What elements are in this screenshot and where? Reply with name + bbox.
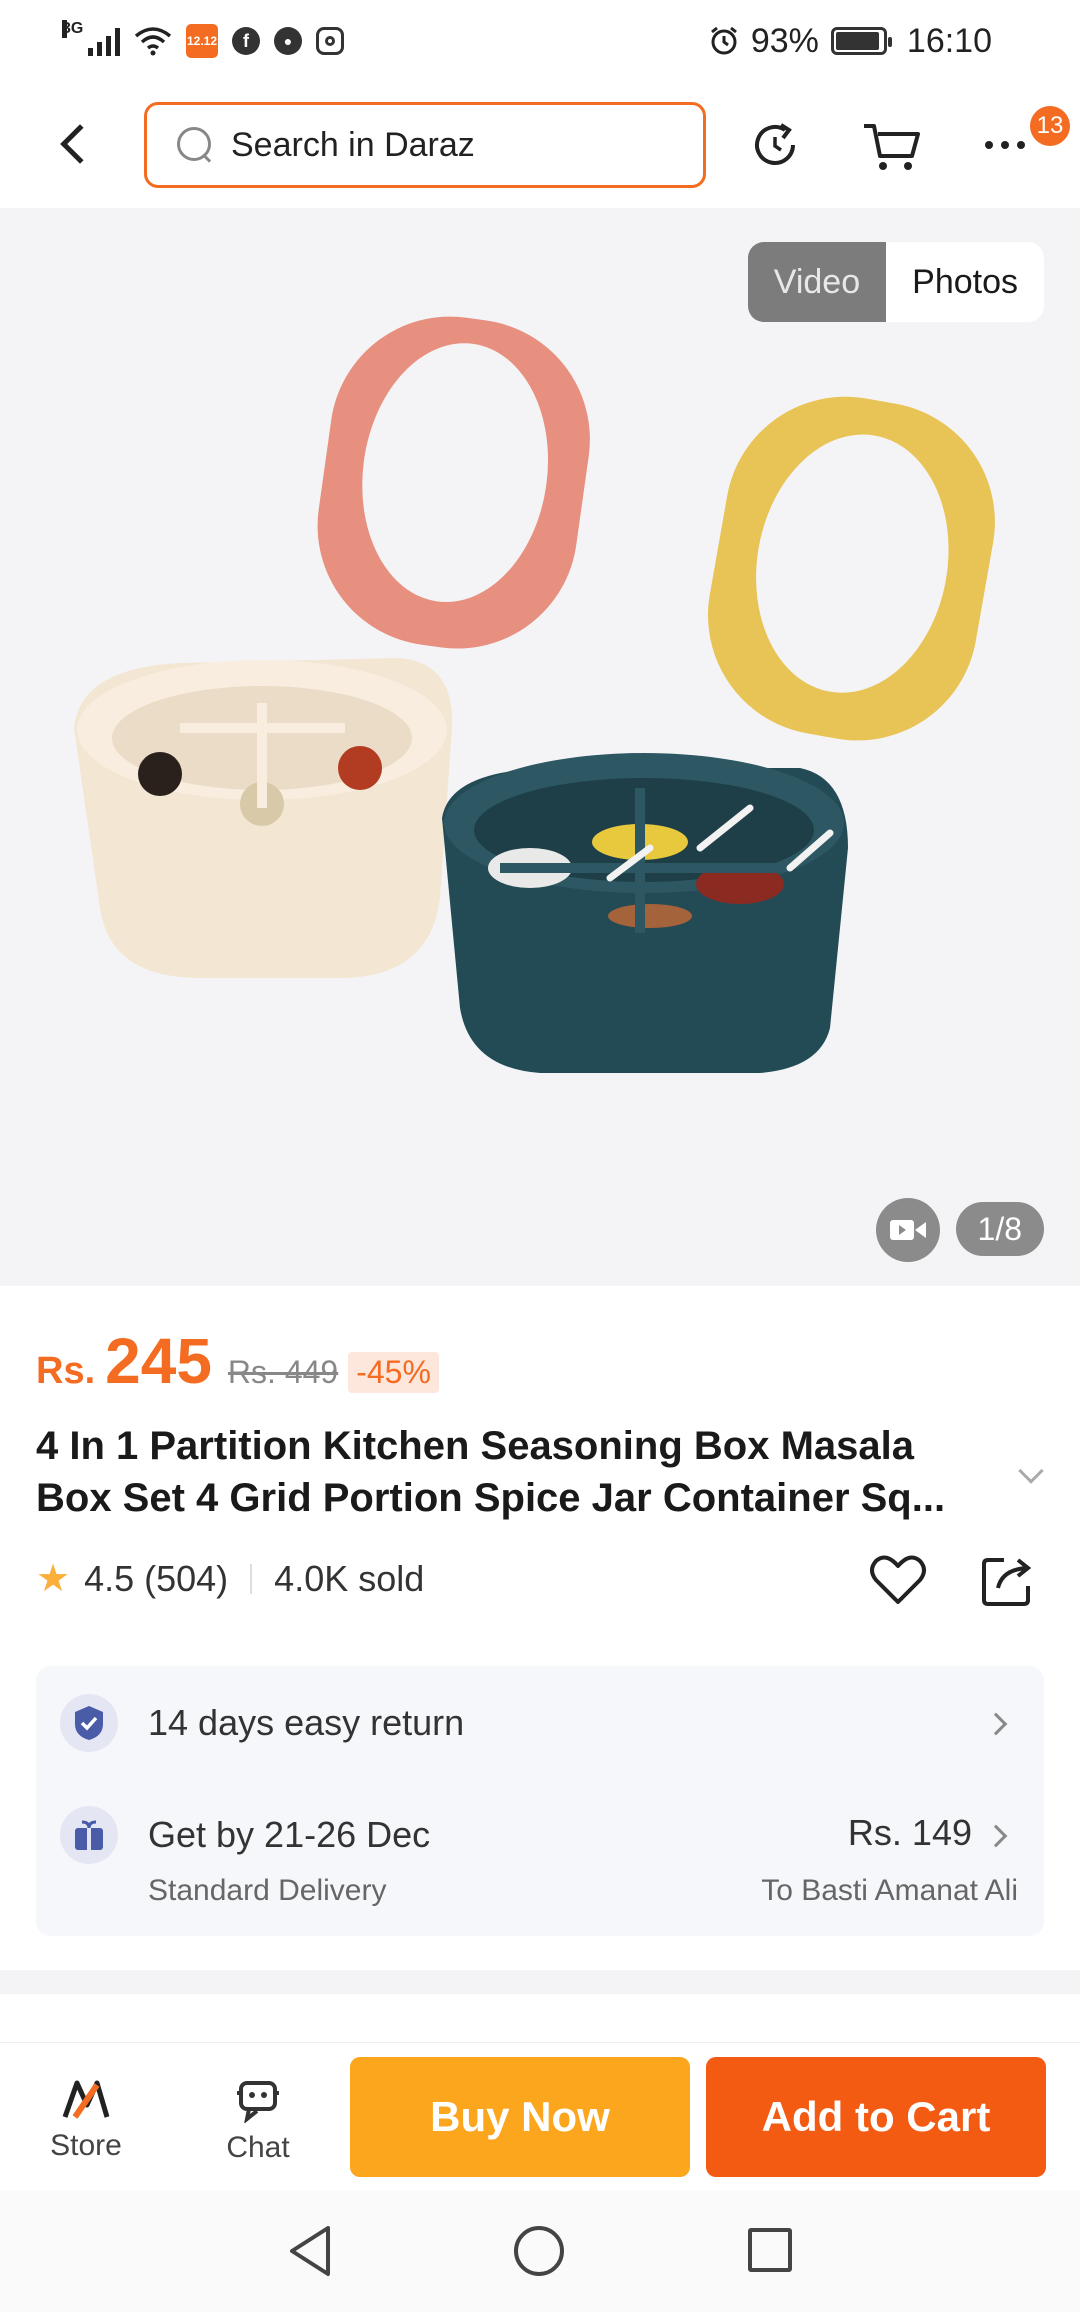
signal-icon: 3G <box>62 20 120 56</box>
store-label: Store <box>50 2129 122 2162</box>
search-placeholder: Search in Daraz <box>231 125 475 164</box>
heart-icon <box>870 1555 926 1604</box>
chevron-down-icon[interactable] <box>1018 1458 1044 1484</box>
more-icon <box>985 141 1025 149</box>
system-home-icon[interactable] <box>514 2226 564 2276</box>
chat-button[interactable]: Chat <box>198 2077 318 2165</box>
messenger-icon: ● <box>274 27 302 55</box>
photos-tab[interactable]: Photos <box>886 242 1044 322</box>
search-input[interactable]: Search in Daraz <box>144 102 706 188</box>
system-recents-icon[interactable] <box>748 2228 792 2272</box>
add-to-cart-button[interactable]: Add to Cart <box>706 2057 1046 2177</box>
status-right: 93% 16:10 <box>709 22 992 61</box>
video-tab[interactable]: Video <box>747 242 887 322</box>
chat-icon <box>237 2081 279 2123</box>
share-button[interactable] <box>976 1548 1040 1612</box>
battery-percent: 93% <box>750 21 819 60</box>
back-button[interactable] <box>44 114 104 174</box>
status-bar: 3G 12.12 f ● 93% 16:10 <box>0 0 1080 82</box>
notification-badge: 13 <box>1030 106 1070 146</box>
current-price: 245 <box>105 1325 212 1397</box>
price-row: Rs. 245 Rs. 449 -45% <box>36 1324 439 1398</box>
instagram-icon <box>316 27 344 55</box>
discount-badge: -45% <box>348 1352 439 1393</box>
system-back-icon[interactable] <box>288 2224 332 2278</box>
media-toggle: Video Photos <box>747 242 1044 322</box>
rating-row[interactable]: ★ 4.5 (504) 4.0K sold <box>36 1556 424 1601</box>
store-icon <box>62 2080 110 2119</box>
daraz-app-icon: 12.12 <box>186 24 218 58</box>
section-divider <box>0 1970 1080 1994</box>
alarm-icon <box>710 26 737 55</box>
chevron-right-icon <box>984 1712 1008 1736</box>
delivery-location: To Basti Amanat Ali <box>761 1874 1018 1907</box>
shield-icon <box>60 1694 118 1752</box>
gift-icon <box>60 1806 118 1864</box>
image-page-indicator: 1/8 <box>955 1202 1044 1256</box>
bottom-action-bar: Store Chat Buy Now Add to Cart <box>0 2042 1080 2190</box>
top-navigation: Search in Daraz 13 <box>0 82 1080 208</box>
easy-return-label: 14 days easy return <box>148 1702 465 1743</box>
clock: 16:10 <box>906 21 992 60</box>
share-icon <box>982 1558 1032 1606</box>
cart-button[interactable] <box>858 112 924 178</box>
review-count: (504) <box>144 1557 229 1599</box>
product-title[interactable]: 4 In 1 Partition Kitchen Seasoning Box M… <box>36 1420 996 1524</box>
cart-icon <box>864 124 920 170</box>
chevron-right-icon <box>984 1824 1008 1848</box>
star-icon: ★ <box>36 1558 71 1600</box>
sold-count: 4.0K sold <box>274 1557 425 1599</box>
divider <box>250 1563 253 1594</box>
system-navigation-bar <box>0 2190 1080 2312</box>
status-left: 3G 12.12 f ● <box>62 20 344 58</box>
facebook-icon: f <box>232 27 260 55</box>
network-type: 3G <box>62 20 84 38</box>
delivery-date: Get by 21-26 Dec <box>148 1814 431 1855</box>
delivery-type: Standard Delivery <box>148 1874 387 1907</box>
refresh-icon <box>755 123 795 165</box>
battery-icon <box>830 27 892 55</box>
buy-now-button[interactable]: Buy Now <box>350 2057 690 2177</box>
product-image <box>74 316 995 1073</box>
store-button[interactable]: Store <box>26 2077 146 2163</box>
rating-value: 4.5 <box>84 1557 135 1599</box>
shipping-price: Rs. 149 <box>847 1812 972 1853</box>
chat-label: Chat <box>226 2131 290 2164</box>
currency-label: Rs. <box>36 1350 96 1392</box>
video-camera-icon <box>890 1220 926 1240</box>
original-price: Rs. 449 <box>227 1354 339 1390</box>
product-gallery[interactable]: Video Photos 1/8 <box>0 208 1080 1286</box>
wifi-icon <box>134 27 172 56</box>
delivery-row[interactable]: Get by 21-26 Dec <box>60 1806 430 1864</box>
search-icon <box>177 127 213 163</box>
chevron-left-icon <box>60 124 100 164</box>
product-info: Rs. 245 Rs. 449 -45% 4 In 1 Partition Ki… <box>0 1286 1080 1970</box>
video-play-button[interactable] <box>876 1198 940 1262</box>
easy-return-row[interactable]: 14 days easy return <box>60 1694 464 1752</box>
service-card: 14 days easy return Get by 21-26 Dec Sta… <box>36 1666 1044 1936</box>
history-button[interactable] <box>742 112 808 178</box>
wishlist-button[interactable] <box>866 1548 930 1612</box>
